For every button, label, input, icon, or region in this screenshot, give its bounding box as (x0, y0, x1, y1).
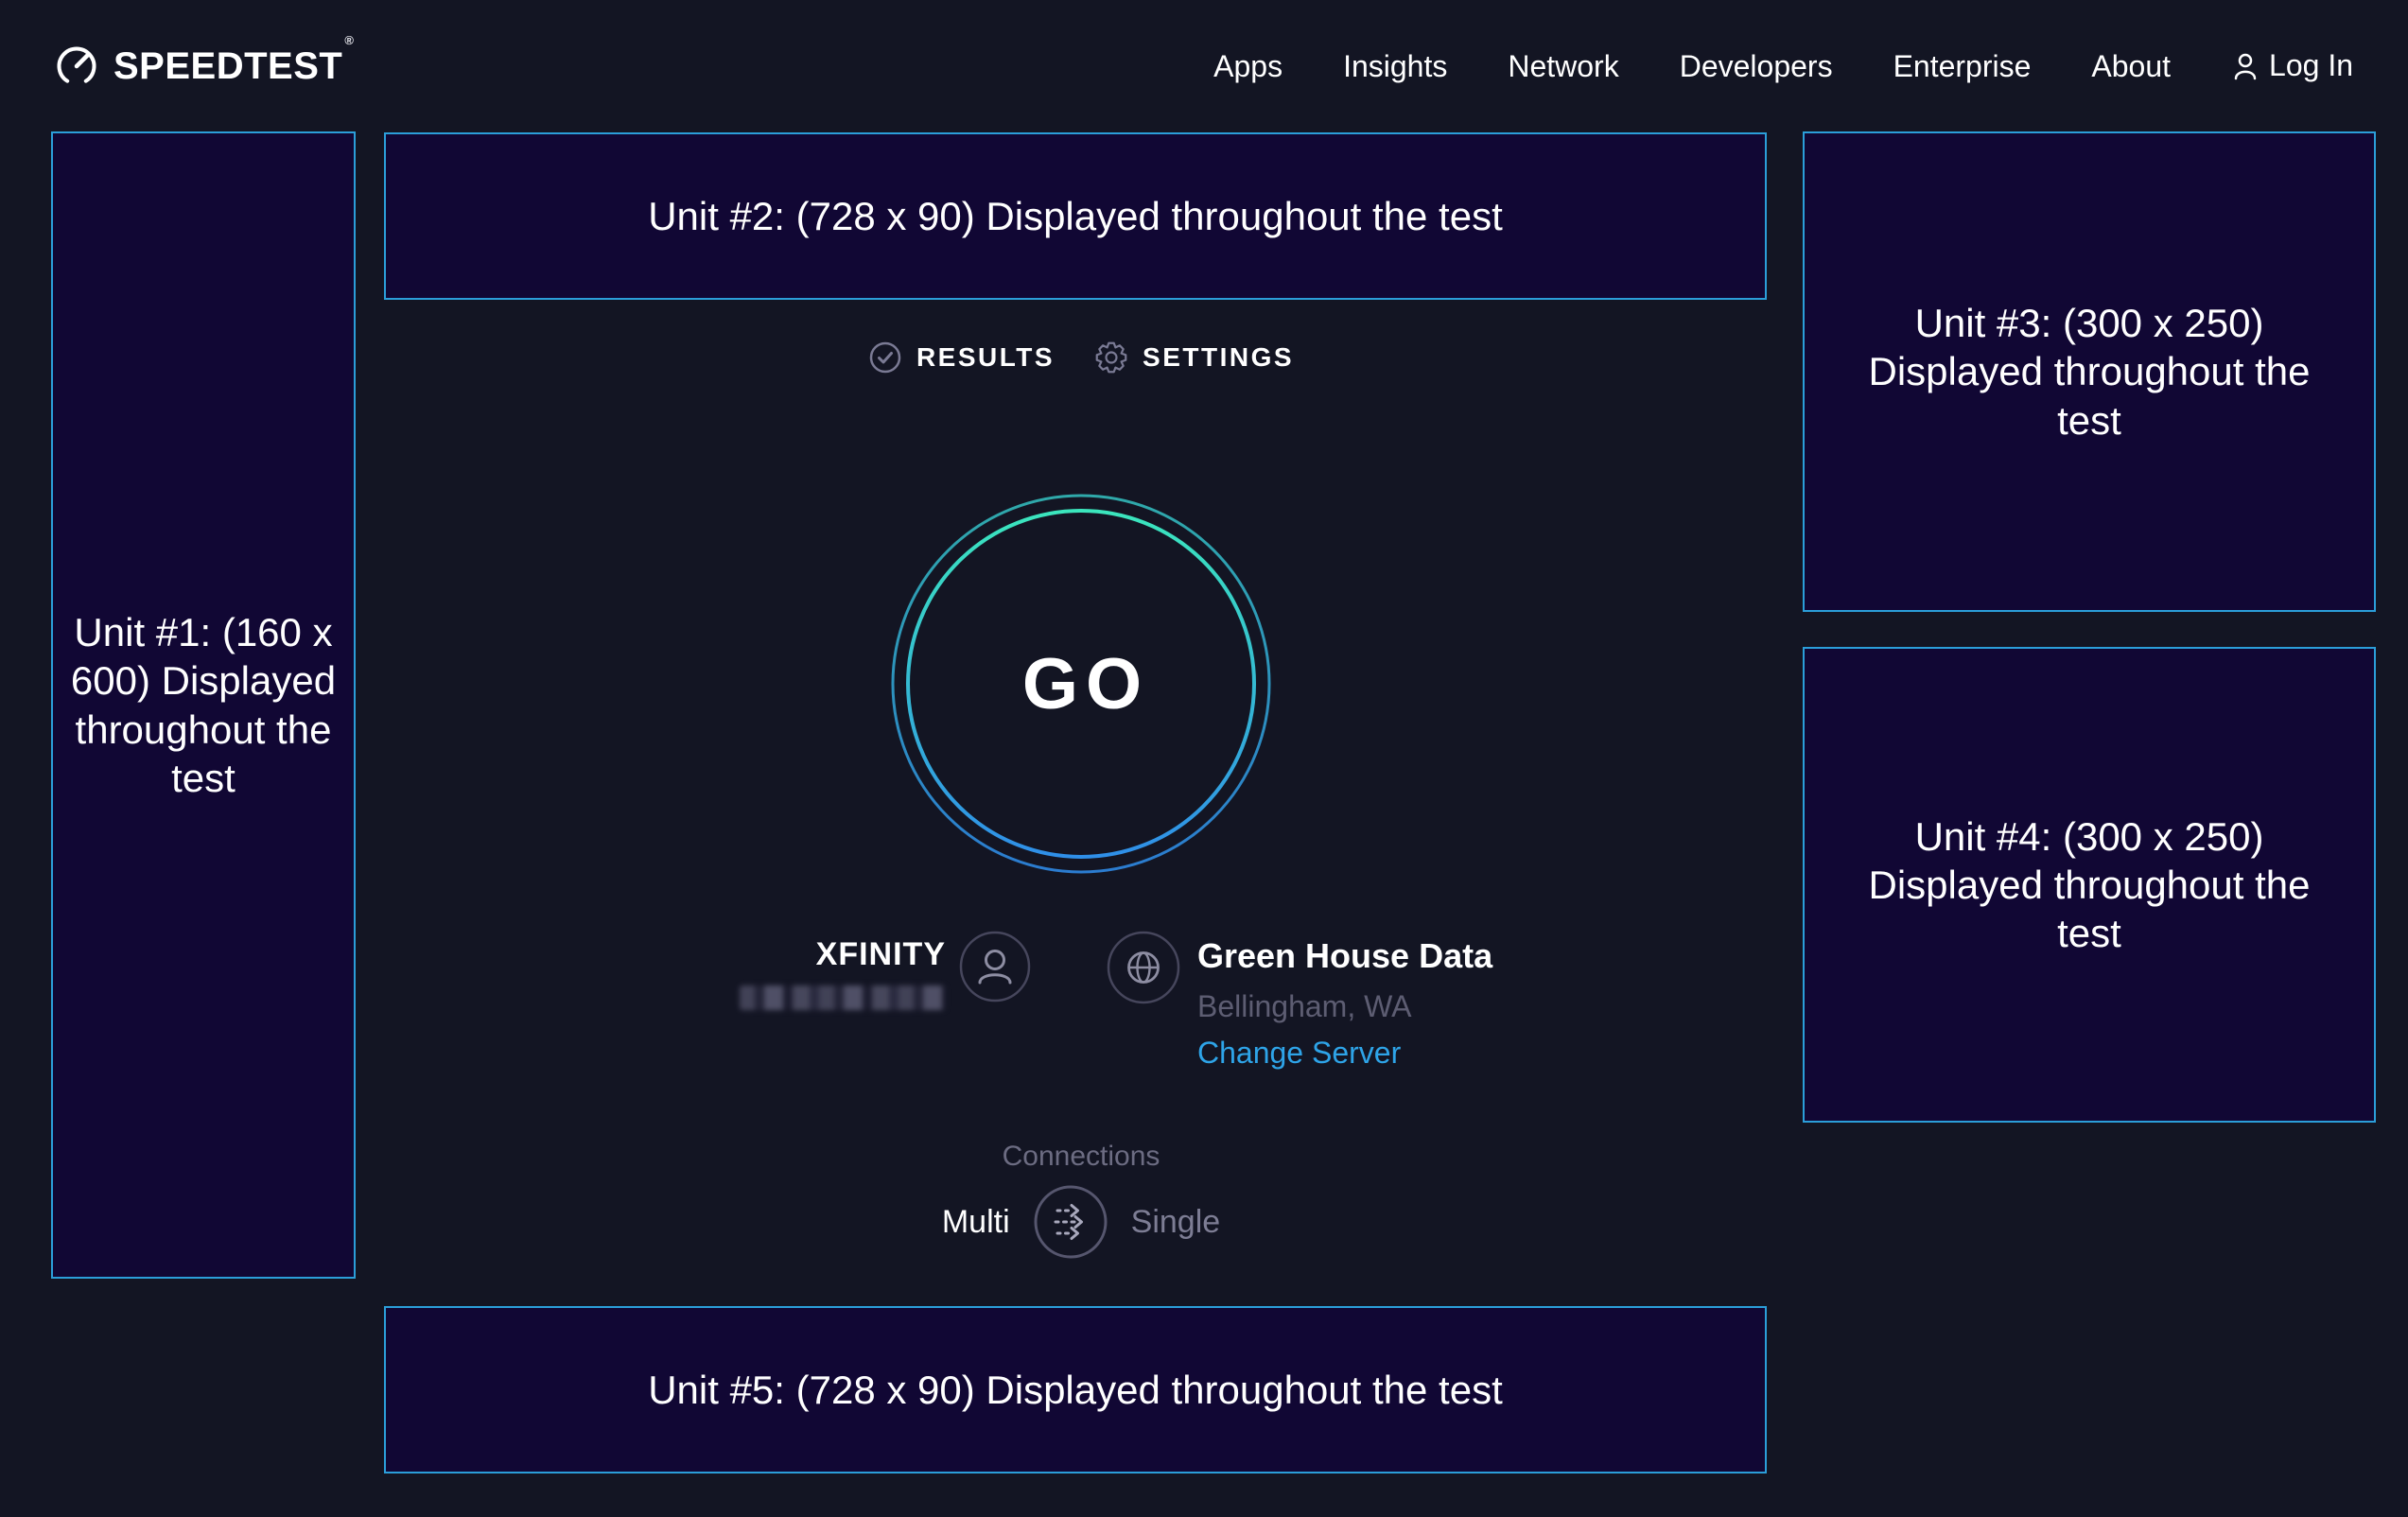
person-circle-icon (959, 931, 1031, 1003)
gauge-icon (55, 44, 98, 88)
login-button[interactable]: Log In (2231, 48, 2353, 83)
ad-unit-3-text: Unit #3: (300 x 250) Displayed throughou… (1862, 299, 2316, 445)
speedtest-logo[interactable]: SPEEDTEST® (55, 44, 352, 88)
tab-settings[interactable]: SETTINGS (1094, 340, 1294, 375)
server-block: Green House Data Bellingham, WA Change S… (1107, 931, 1492, 1068)
gear-icon (1094, 340, 1128, 375)
ad-unit-3-rectangle[interactable]: Unit #3: (300 x 250) Displayed throughou… (1803, 131, 2376, 612)
server-name: Green House Data (1197, 937, 1492, 975)
ad-unit-2-text: Unit #2: (728 x 90) Displayed throughout… (648, 192, 1503, 240)
user-icon (2231, 50, 2260, 82)
results-settings-tabs: RESULTS SETTINGS (387, 340, 1775, 375)
isp-name: XFINITY (816, 938, 946, 970)
tab-results-label: RESULTS (916, 342, 1055, 373)
logo-wordmark: SPEEDTEST® (113, 47, 352, 85)
ad-unit-5-leaderboard[interactable]: Unit #5: (728 x 90) Displayed throughout… (384, 1306, 1767, 1473)
connection-mode-multi[interactable]: Multi (942, 1206, 1010, 1238)
ad-unit-2-leaderboard[interactable]: Unit #2: (728 x 90) Displayed throughout… (384, 132, 1767, 300)
login-label: Log In (2269, 48, 2353, 83)
nav-item-enterprise[interactable]: Enterprise (1893, 51, 2032, 81)
connection-mode-single[interactable]: Single (1131, 1206, 1221, 1238)
ad-unit-4-text: Unit #4: (300 x 250) Displayed throughou… (1862, 812, 2316, 958)
isp-block: XFINITY (736, 931, 1031, 1010)
nav-item-developers[interactable]: Developers (1680, 51, 1833, 81)
globe-circle-icon (1107, 931, 1180, 1004)
connection-mode-toggle-icon[interactable] (1033, 1184, 1108, 1260)
go-button[interactable]: GO (882, 485, 1280, 882)
check-circle-icon (868, 340, 902, 375)
nav-item-insights[interactable]: Insights (1343, 51, 1447, 81)
top-nav-bar: SPEEDTEST® Apps Insights Network Develop… (0, 0, 2408, 131)
main-nav: Apps Insights Network Developers Enterpr… (1213, 48, 2353, 83)
nav-item-about[interactable]: About (2091, 51, 2171, 81)
server-location: Bellingham, WA (1197, 991, 1492, 1021)
go-button-label: GO (882, 485, 1280, 882)
change-server-link[interactable]: Change Server (1197, 1037, 1492, 1068)
connections-toggle-row: Multi Single (387, 1184, 1775, 1260)
redacted-ip (740, 985, 946, 1010)
connections-label: Connections (387, 1141, 1775, 1173)
ad-unit-1-skyscraper[interactable]: Unit #1: (160 x 600) Displayed throughou… (51, 131, 356, 1279)
nav-item-apps[interactable]: Apps (1213, 51, 1283, 81)
tab-results[interactable]: RESULTS (868, 340, 1055, 375)
ad-unit-1-text: Unit #1: (160 x 600) Displayed throughou… (61, 608, 346, 802)
ad-unit-4-rectangle[interactable]: Unit #4: (300 x 250) Displayed throughou… (1803, 647, 2376, 1123)
nav-item-network[interactable]: Network (1508, 51, 1618, 81)
trademark-symbol: ® (344, 33, 354, 47)
tab-settings-label: SETTINGS (1143, 342, 1294, 373)
connection-info-row: XFINITY Green House Data Bellingham, WA … (736, 931, 1492, 1068)
ad-unit-5-text: Unit #5: (728 x 90) Displayed throughout… (648, 1366, 1503, 1414)
